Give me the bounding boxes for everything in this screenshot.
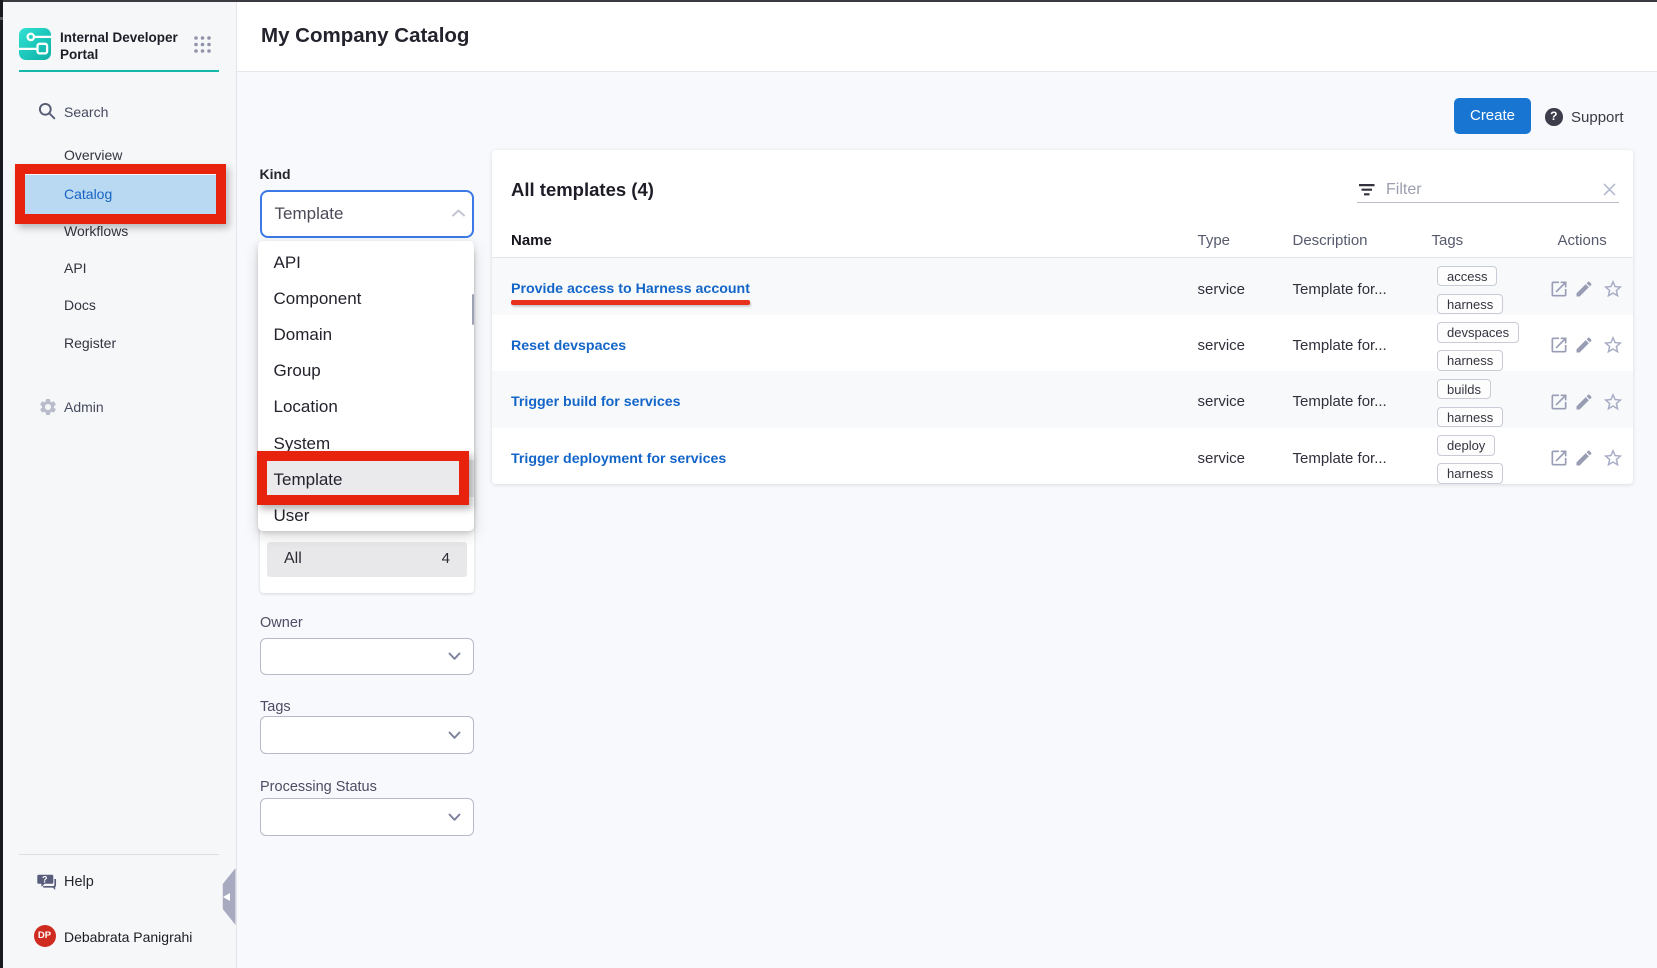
svg-text:?: ?: [42, 874, 48, 884]
